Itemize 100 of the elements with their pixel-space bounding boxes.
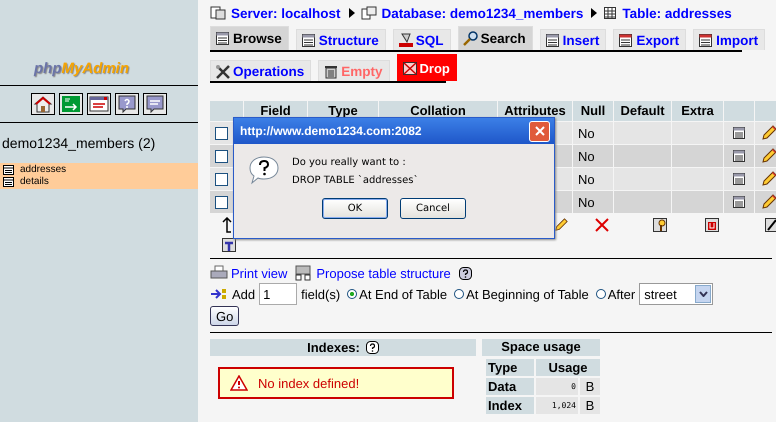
database-icon (360, 6, 377, 20)
dialog-title: http://www.demo1234.com:2082 (240, 124, 422, 138)
tab[interactable]: Operations (210, 60, 312, 81)
table-icon (3, 165, 14, 175)
breadcrumb-link[interactable]: Table: addresses (622, 6, 732, 20)
pencil-icon[interactable] (761, 194, 776, 210)
tab[interactable]: Search (458, 26, 533, 50)
table-icon (3, 177, 14, 187)
error-message: No index defined! (258, 376, 360, 390)
table-cell: Data (486, 378, 534, 395)
tab[interactable]: Insert (540, 29, 606, 50)
dialog-button[interactable]: OK (322, 198, 388, 219)
table-link[interactable]: details (20, 176, 49, 188)
column-header: Type (486, 359, 534, 376)
field-dropdown[interactable]: street (639, 283, 714, 305)
table-icon (215, 31, 231, 46)
browse-icon[interactable] (732, 195, 746, 209)
pencil-icon[interactable] (554, 218, 568, 232)
table-cell: No (573, 122, 613, 144)
close-button[interactable] (529, 120, 550, 142)
add-label: Add (232, 286, 256, 302)
delete-icon[interactable] (595, 218, 609, 232)
radio-label[interactable]: At Beginning of Table (466, 286, 589, 302)
close-icon (534, 126, 544, 136)
home-button[interactable] (31, 93, 55, 115)
table-cell: No (573, 191, 613, 213)
database-name[interactable]: demo1234_members (2) (2, 135, 198, 151)
table-cell (614, 122, 671, 144)
warning-icon (230, 375, 248, 391)
go-button[interactable]: Go (210, 306, 240, 326)
pencil-icon[interactable] (761, 148, 776, 164)
tab[interactable]: Import (693, 29, 766, 50)
printer-icon (210, 265, 228, 281)
radio-label[interactable]: At End of Table (359, 286, 448, 302)
table-cell: No (573, 168, 613, 190)
text-index-icon[interactable] (222, 238, 236, 252)
arrow-right-icon (590, 8, 598, 18)
row-checkbox[interactable] (215, 196, 228, 208)
breadcrumb-link[interactable]: Database: demo1234_members (382, 6, 584, 20)
dialog-message: DROP TABLE `addresses` (292, 174, 418, 188)
breadcrumb-link[interactable]: Server: localhost (231, 6, 341, 20)
row-checkbox[interactable] (215, 172, 228, 186)
table-cell: 0 (536, 378, 578, 395)
query-window-button[interactable] (87, 93, 111, 115)
table-cell (614, 145, 671, 167)
radio-button[interactable] (596, 289, 606, 299)
radio-button[interactable] (454, 289, 464, 299)
print-view-link[interactable]: Print view (231, 266, 288, 280)
arrow-up-icon (222, 217, 232, 233)
radio-label[interactable]: After (608, 286, 636, 302)
propose-structure-link[interactable]: Propose table structure (316, 266, 451, 280)
pencil-icon[interactable] (761, 171, 776, 187)
tab[interactable]: SQL (392, 29, 451, 50)
field-count-input[interactable]: 1 (259, 283, 298, 305)
browse-icon[interactable] (732, 149, 746, 163)
table-cell: B (580, 378, 600, 395)
browse-icon[interactable] (732, 172, 746, 186)
fulltext-icon[interactable] (765, 218, 776, 232)
table-link[interactable]: addresses (20, 164, 66, 176)
row-checkbox[interactable] (215, 126, 228, 140)
chevron-down-icon (698, 291, 708, 297)
column-header (755, 101, 776, 121)
dialog-button[interactable]: Cancel (400, 198, 466, 219)
column-header (724, 101, 754, 121)
table-cell: No (573, 145, 613, 167)
tab[interactable]: Structure (296, 29, 386, 50)
radio-button[interactable] (347, 289, 358, 299)
server-icon (210, 6, 226, 20)
trash-icon (323, 64, 340, 79)
column-header: Default (614, 101, 671, 121)
help-icon[interactable] (458, 266, 472, 280)
unique-icon[interactable] (705, 218, 719, 232)
table-cell: Index (486, 397, 534, 414)
import-icon (698, 33, 714, 48)
browse-icon[interactable] (732, 126, 746, 140)
help-icon[interactable] (366, 341, 379, 354)
tab[interactable]: Export (613, 29, 686, 50)
pencil-icon[interactable] (761, 125, 776, 141)
table-cell: B (580, 397, 600, 414)
export-icon (618, 33, 634, 48)
table-cell (614, 191, 671, 213)
question-icon (248, 154, 280, 186)
row-checkbox[interactable] (215, 150, 228, 162)
sql-query-button[interactable] (143, 93, 167, 115)
space-usage-header: Space usage (482, 339, 600, 356)
help-button[interactable] (115, 93, 139, 115)
table-icon (300, 33, 317, 48)
tab[interactable]: Drop (396, 54, 457, 81)
search-icon (462, 31, 479, 46)
dialog-message: Do you really want to : (292, 156, 407, 170)
exit-button[interactable] (59, 93, 83, 115)
fields-label: field(s) (301, 286, 340, 302)
insert-icon (544, 33, 561, 48)
key-icon[interactable] (653, 218, 667, 232)
indexes-title: Indexes: (307, 340, 360, 355)
tab[interactable]: Browse (210, 26, 289, 50)
column-header: Extra (672, 101, 723, 121)
logo-text: phpMyAdmin (34, 60, 130, 77)
insert-icon (210, 286, 228, 302)
column-header: Null (573, 101, 613, 121)
